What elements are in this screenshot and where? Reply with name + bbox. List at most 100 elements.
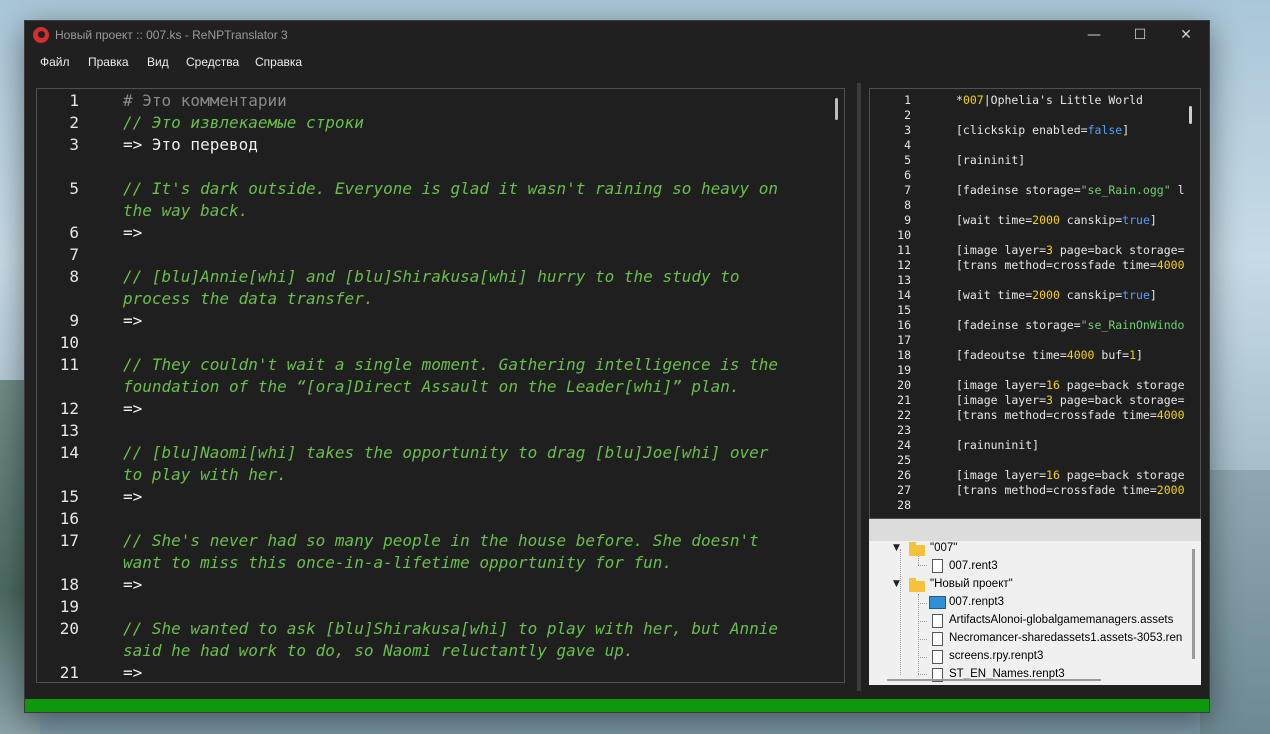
source-token: buf= (1094, 348, 1130, 362)
title-bar[interactable]: Новый проект :: 007.ks - ReNPTranslator … (25, 21, 1209, 49)
tree-item[interactable]: ArtifactsAlonoi-globalgamemanagers.asset… (949, 612, 1173, 628)
source-code-view[interactable]: 1 *007|Ophelia's Little World 2 3 [clickskip… (869, 88, 1201, 519)
source-line-text: [image layer=3 page=back storage= (956, 393, 1185, 408)
line-number: 3 (69, 135, 79, 154)
source-token: [rainuninit] (956, 438, 1040, 452)
tree-item-007-renpt3[interactable]: 007.rent3 (949, 558, 998, 574)
source-token: [fadeoutse time= (956, 348, 1067, 362)
source-line-number: 3 (904, 123, 911, 137)
source-line-number: 11 (897, 243, 911, 257)
source-line-text: [image layer=3 page=back storage= (956, 243, 1185, 258)
chevron-down-icon[interactable]: ▼ (893, 543, 900, 553)
chevron-down-icon[interactable]: ▼ (893, 579, 900, 589)
line-text: => (123, 487, 143, 506)
status-bar (25, 699, 1209, 712)
line-text: => (123, 223, 143, 242)
source-line-text: [trans method=crossfade time=4000 (956, 408, 1185, 423)
line-number: 12 (59, 399, 79, 418)
menu-help[interactable]: Справка (255, 55, 302, 69)
source-line-text: [rainuninit] (956, 438, 1039, 453)
menu-tools[interactable]: Средства (186, 55, 239, 69)
source-line-number: 20 (897, 378, 911, 392)
line-text: // Это извлекаемые строки (123, 113, 364, 132)
source-line-text: [clickskip enabled=false] (956, 123, 1129, 138)
source-line-number: 26 (897, 468, 911, 482)
line-text: => (123, 663, 143, 682)
tree-item[interactable]: 007.renpt3 (949, 594, 1004, 610)
source-line-number: 25 (897, 453, 911, 467)
close-button[interactable]: ✕ (1163, 21, 1209, 49)
tree-header-strip (869, 519, 1201, 541)
source-token: 2000 (1032, 288, 1060, 302)
source-scrollbar-thumb[interactable] (1189, 106, 1192, 124)
line-number: 20 (59, 619, 79, 638)
source-token: [wait time= (956, 288, 1033, 302)
source-token: 3 (1046, 243, 1053, 257)
source-token: [image layer= (956, 393, 1047, 407)
document-icon (932, 559, 943, 573)
app-logo-icon (33, 27, 49, 43)
source-line-number: 16 (897, 318, 911, 332)
source-token: 2000 (1032, 213, 1060, 227)
line-number: 2 (69, 113, 79, 132)
app-window: Новый проект :: 007.ks - ReNPTranslator … (24, 20, 1210, 713)
line-number: 15 (59, 487, 79, 506)
folder-icon (909, 542, 925, 556)
source-line-text: [wait time=2000 canskip=true] (956, 213, 1157, 228)
tree-folder-007[interactable]: "007" (930, 540, 957, 556)
editor-scrollbar-thumb[interactable] (835, 98, 838, 120)
line-text: // They couldn't wait a single moment. G… (123, 355, 779, 374)
maximize-button[interactable]: ☐ (1117, 21, 1163, 49)
menu-file[interactable]: Файл (40, 55, 70, 69)
menu-bar: Файл Правка Вид Средства Справка (25, 51, 1209, 75)
tree-scrollbar-thumb[interactable] (1192, 549, 1195, 659)
source-line-number: 18 (897, 348, 911, 362)
line-text: // [blu]Naomi[whi] takes the opportunity… (123, 443, 769, 462)
source-line-number: 5 (904, 153, 911, 167)
source-token: canskip= (1059, 288, 1123, 302)
source-token: ] (1149, 213, 1157, 227)
line-text: // [blu]Annie[whi] and [blu]Shirakusa[wh… (123, 267, 740, 286)
source-token: * (956, 93, 963, 107)
source-token: [image layer= (956, 378, 1047, 392)
source-line-number: 21 (897, 393, 911, 407)
line-number: 17 (59, 531, 79, 550)
source-line-number: 15 (897, 303, 911, 317)
line-number: 7 (69, 245, 79, 264)
line-number: 8 (69, 267, 79, 286)
source-line-text: [trans method=crossfade time=4000 (956, 258, 1185, 273)
line-text: said he had work to do, so Naomi relucta… (123, 641, 634, 660)
source-token: page=back storage= (1052, 243, 1185, 257)
source-token: [fadeinse storage= (956, 318, 1081, 332)
menu-edit[interactable]: Правка (88, 55, 129, 69)
source-line-text: [raininit] (956, 153, 1025, 168)
line-text: process the data transfer. (123, 289, 374, 308)
source-token: 3 (1046, 393, 1053, 407)
line-text: // It's dark outside. Everyone is glad i… (123, 179, 779, 198)
source-token: false (1087, 123, 1123, 137)
tree-item[interactable]: screens.rpy.renpt3 (949, 648, 1043, 664)
line-text: => (123, 399, 143, 418)
source-token: |Ophelia's Little World (983, 93, 1143, 107)
source-token: [trans method=crossfade time= (956, 483, 1157, 497)
source-token: 4000 (1066, 348, 1095, 362)
project-tree: ▼ "007" 007.rent3 ▼ "Новый проект" 007.r… (869, 519, 1201, 685)
tree-item[interactable]: Necromancer-sharedassets1.assets-3053.re… (949, 630, 1182, 646)
source-token: canskip= (1059, 213, 1123, 227)
panel-splitter[interactable] (857, 83, 861, 691)
tree-horizontal-scrollbar[interactable] (887, 679, 1101, 681)
minimize-button[interactable]: — (1071, 21, 1117, 49)
line-text: foundation of the “[ora]Direct Assault o… (123, 377, 740, 396)
source-line-number: 17 (897, 333, 911, 347)
document-icon (932, 650, 943, 664)
source-token: "se_RainOnWindo (1080, 318, 1185, 332)
source-token: [trans method=crossfade time= (956, 408, 1157, 422)
translation-editor[interactable]: 1 # Это комментарии 2 // Это извлекаемые ст… (36, 88, 845, 683)
source-line-number: 24 (897, 438, 911, 452)
line-number: 18 (59, 575, 79, 594)
source-line-text: [fadeinse storage="se_RainOnWindo (956, 318, 1184, 333)
desktop-background-right (1200, 470, 1270, 734)
source-token: true (1122, 288, 1150, 302)
menu-view[interactable]: Вид (147, 55, 169, 69)
tree-folder-new-project[interactable]: "Новый проект" (930, 576, 1013, 592)
